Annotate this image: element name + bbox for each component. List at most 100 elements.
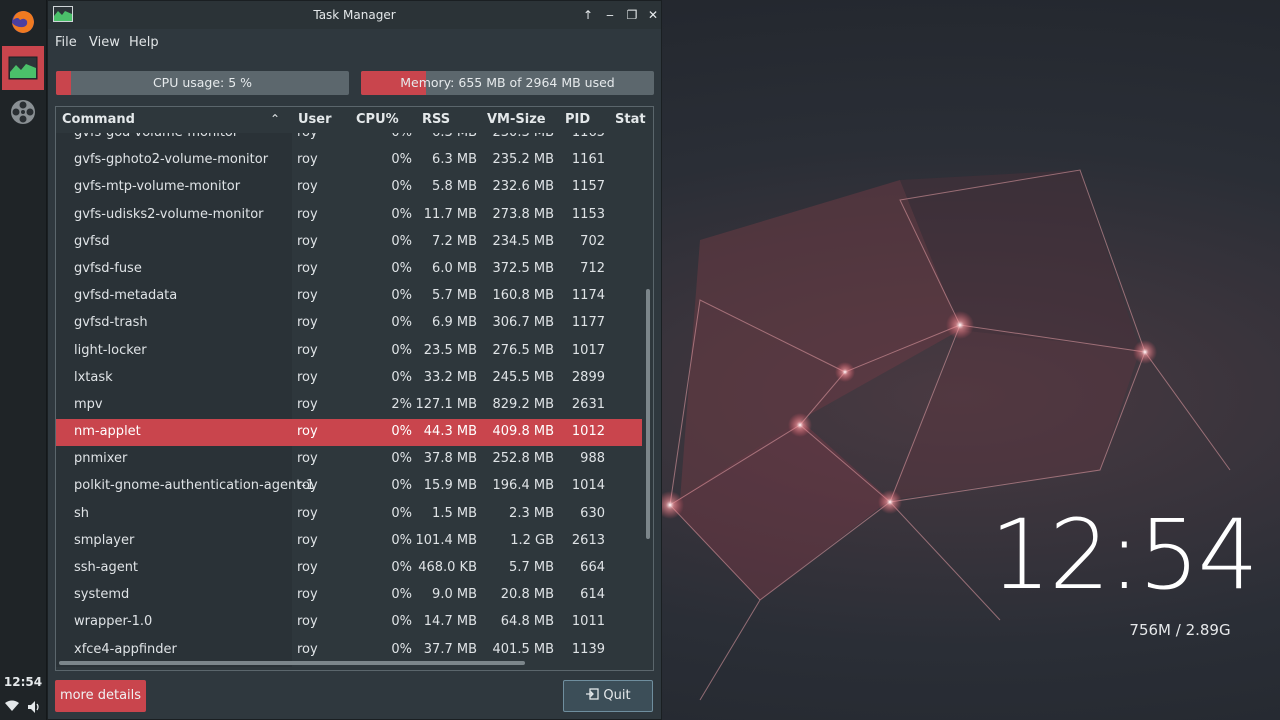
cell-command: polkit-gnome-authentication-agent-1 bbox=[74, 478, 315, 494]
menu-help[interactable]: Help bbox=[129, 35, 159, 50]
column-vm-size[interactable]: VM-Size bbox=[487, 112, 546, 127]
cell-vm-size: 234.5 MB bbox=[492, 233, 554, 249]
cell-pid: 1012 bbox=[571, 424, 605, 440]
column-pid[interactable]: PID bbox=[565, 112, 590, 127]
table-row[interactable]: gvfs-mtp-volume-monitor roy 0% 5.8 MB 232.6 … bbox=[56, 174, 642, 201]
table-header: Command ⌃ User CPU% RSS VM-Size PID Stat bbox=[56, 107, 653, 133]
cell-command: lxtask bbox=[74, 369, 113, 385]
cell-command: wrapper-1.0 bbox=[74, 614, 153, 630]
wifi-icon[interactable] bbox=[5, 700, 19, 712]
table-row[interactable]: gvfsd-metadata roy 0% 5.7 MB 160.8 MB 1174 bbox=[56, 283, 642, 310]
cell-user: roy bbox=[297, 288, 318, 304]
table-row[interactable]: wrapper-1.0 roy 0% 14.7 MB 64.8 MB 1011 bbox=[56, 609, 642, 636]
cell-cpu: 0% bbox=[391, 478, 412, 494]
cell-command: pnmixer bbox=[74, 451, 128, 467]
volume-icon[interactable] bbox=[27, 700, 41, 714]
memory-usage-bar: Memory: 655 MB of 2964 MB used bbox=[361, 71, 654, 95]
cell-cpu: 0% bbox=[391, 424, 412, 440]
cell-user: roy bbox=[297, 451, 318, 467]
table-row[interactable]: lxtask roy 0% 33.2 MB 245.5 MB 2899 bbox=[56, 365, 642, 392]
cell-pid: 2631 bbox=[571, 396, 605, 412]
left-panel: 12:54 bbox=[0, 0, 47, 720]
cell-pid: 1157 bbox=[571, 179, 605, 195]
cell-cpu: 0% bbox=[391, 560, 412, 575]
cell-user: roy bbox=[297, 560, 318, 575]
table-row[interactable]: gvfs-gphoto2-volume-monitor roy 0% 6.3 MB 23… bbox=[56, 147, 642, 174]
cell-rss: 14.7 MB bbox=[423, 614, 477, 630]
table-row[interactable]: xfce4-appfinder roy 0% 37.7 MB 401.5 MB 1139 bbox=[56, 637, 642, 664]
table-row[interactable]: pnmixer roy 0% 37.8 MB 252.8 MB 988 bbox=[56, 446, 642, 473]
media-player-launcher[interactable] bbox=[2, 90, 44, 134]
firefox-launcher[interactable] bbox=[2, 0, 44, 44]
cell-vm-size: 160.8 MB bbox=[492, 288, 554, 304]
table-row[interactable]: gvfsd-trash roy 0% 6.9 MB 306.7 MB 1177 bbox=[56, 310, 642, 337]
firefox-icon bbox=[12, 11, 34, 33]
cell-rss: 6.3 MB bbox=[432, 152, 477, 168]
media-player-icon bbox=[11, 100, 35, 124]
close-button[interactable]: ✕ bbox=[644, 7, 662, 23]
process-table[interactable]: gvfs-goa-volume-monitor roy 0% 6.3 MB 23… bbox=[55, 106, 654, 671]
memory-usage-label: Memory: 655 MB of 2964 MB used bbox=[400, 75, 615, 90]
cell-user: roy bbox=[297, 152, 318, 168]
cell-pid: 630 bbox=[580, 505, 605, 521]
cell-user: roy bbox=[297, 206, 318, 222]
menu-file[interactable]: File bbox=[55, 35, 77, 50]
restore-icon: ❐ bbox=[626, 8, 638, 22]
table-row[interactable]: light-locker roy 0% 23.5 MB 276.5 MB 1017 bbox=[56, 338, 642, 365]
cell-pid: 988 bbox=[580, 451, 605, 467]
menu-bar: File View Help bbox=[48, 31, 661, 55]
column-rss[interactable]: RSS bbox=[422, 112, 450, 127]
cell-user: roy bbox=[297, 587, 318, 603]
cell-vm-size: 306.7 MB bbox=[492, 315, 554, 331]
cell-pid: 614 bbox=[580, 587, 605, 603]
cell-pid: 1153 bbox=[571, 206, 605, 222]
cell-cpu: 0% bbox=[391, 260, 412, 276]
column-command[interactable]: Command bbox=[62, 112, 135, 127]
table-row[interactable]: gvfsd roy 0% 7.2 MB 234.5 MB 702 bbox=[56, 229, 642, 256]
cell-command: mpv bbox=[74, 396, 103, 412]
cell-cpu: 0% bbox=[391, 152, 412, 168]
table-row[interactable]: sh roy 0% 1.5 MB 2.3 MB 630 bbox=[56, 501, 642, 528]
panel-clock[interactable]: 12:54 bbox=[0, 675, 46, 689]
table-row-selected[interactable]: nm-applet roy 0% 44.3 MB 409.8 MB 1012 bbox=[56, 419, 642, 447]
cell-rss: 11.7 MB bbox=[423, 206, 477, 222]
window-title: Task Manager bbox=[313, 8, 396, 22]
column-user[interactable]: User bbox=[298, 112, 332, 127]
cpu-usage-bar: CPU usage: 5 % bbox=[56, 71, 349, 95]
table-row[interactable]: mpv roy 2% 127.1 MB 829.2 MB 2631 bbox=[56, 392, 642, 419]
vertical-scrollbar[interactable] bbox=[646, 289, 650, 539]
maximize-button[interactable]: ❐ bbox=[623, 7, 641, 23]
table-row[interactable]: polkit-gnome-authentication-agent-1 roy 0%… bbox=[56, 473, 642, 500]
cell-cpu: 0% bbox=[391, 505, 412, 521]
minimize-button[interactable]: ‒ bbox=[601, 7, 619, 23]
task-manager-launcher[interactable] bbox=[2, 46, 44, 90]
cell-pid: 1014 bbox=[571, 478, 605, 494]
cell-vm-size: 2.3 MB bbox=[509, 505, 554, 521]
cell-user: roy bbox=[297, 424, 318, 440]
horizontal-scrollbar[interactable] bbox=[59, 661, 525, 665]
cell-pid: 1174 bbox=[571, 288, 605, 304]
table-row[interactable]: gvfsd-fuse roy 0% 6.0 MB 372.5 MB 712 bbox=[56, 256, 642, 283]
column-stat[interactable]: Stat bbox=[615, 112, 646, 127]
cell-command: sh bbox=[74, 505, 90, 521]
table-row[interactable]: gvfs-udisks2-volume-monitor roy 0% 11.7 MB 2… bbox=[56, 202, 642, 229]
table-row[interactable]: ssh-agent roy 0% 468.0 KB 5.7 MB 664 bbox=[56, 555, 642, 582]
keep-above-button[interactable]: ↑ bbox=[579, 7, 597, 23]
cell-pid: 1011 bbox=[571, 614, 605, 630]
cell-user: roy bbox=[297, 641, 318, 657]
title-bar[interactable]: Task Manager ↑ ‒ ❐ ✕ bbox=[48, 1, 661, 29]
more-details-button[interactable]: more details bbox=[55, 680, 146, 712]
table-row[interactable]: systemd roy 0% 9.0 MB 20.8 MB 614 bbox=[56, 582, 642, 609]
cell-vm-size: 372.5 MB bbox=[492, 260, 554, 276]
cell-rss: 127.1 MB bbox=[415, 396, 477, 412]
cell-cpu: 0% bbox=[391, 288, 412, 304]
menu-view[interactable]: View bbox=[89, 35, 120, 50]
cell-pid: 2899 bbox=[571, 369, 605, 385]
column-cpu[interactable]: CPU% bbox=[356, 112, 399, 127]
cell-rss: 6.9 MB bbox=[432, 315, 477, 331]
cell-command: ssh-agent bbox=[74, 560, 139, 575]
cell-rss: 468.0 KB bbox=[418, 560, 477, 575]
quit-button[interactable]: Quit bbox=[563, 680, 653, 712]
cell-cpu: 0% bbox=[391, 315, 412, 331]
table-row[interactable]: smplayer roy 0% 101.4 MB 1.2 GB 2613 bbox=[56, 528, 642, 555]
